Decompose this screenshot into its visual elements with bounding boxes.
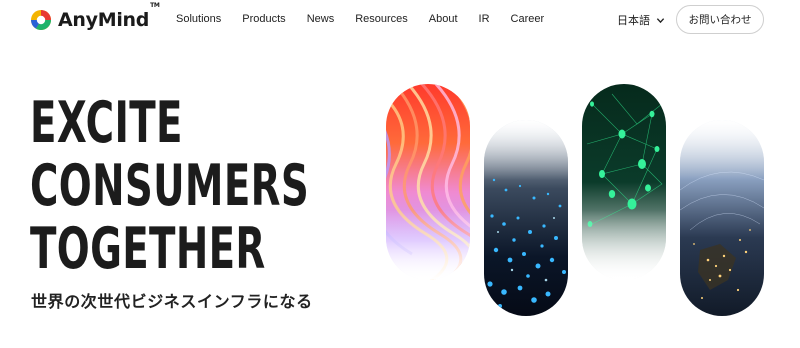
nav-career[interactable]: Career [511,13,545,25]
network-image [582,84,666,280]
chevron-down-icon [656,17,665,23]
hero-title-line: EXCITE [30,90,183,156]
language-label: 日本語 [617,15,650,27]
hero-subtitle: 世界の次世代ビジネスインフラになる [31,294,313,311]
nav-products[interactable]: Products [242,13,285,25]
hero-title-line: CONSUMERS [30,153,310,219]
main-nav: Solutions Products News Resources About … [176,13,565,25]
anymind-logo[interactable]: AnyMindTM [30,2,160,33]
digital-particles-image [484,120,568,316]
logo-wordmark: AnyMindTM [58,2,160,31]
nav-resources[interactable]: Resources [355,13,408,25]
language-selector[interactable]: 日本語 [617,12,665,28]
contact-button[interactable]: お問い合わせ [676,5,764,34]
hero-title-line: TOGETHER [30,216,266,282]
nav-news[interactable]: News [307,13,335,25]
anymind-logo-icon [31,10,51,30]
nav-about[interactable]: About [429,13,458,25]
earth-lights-image [680,120,764,316]
site-header: AnyMindTM Solutions Products News Resour… [0,0,800,42]
nav-ir[interactable]: IR [479,13,490,25]
nav-solutions[interactable]: Solutions [176,13,221,25]
hero-title: EXCITE CONSUMERS TOGETHER [30,92,309,281]
waves-image [386,84,470,280]
